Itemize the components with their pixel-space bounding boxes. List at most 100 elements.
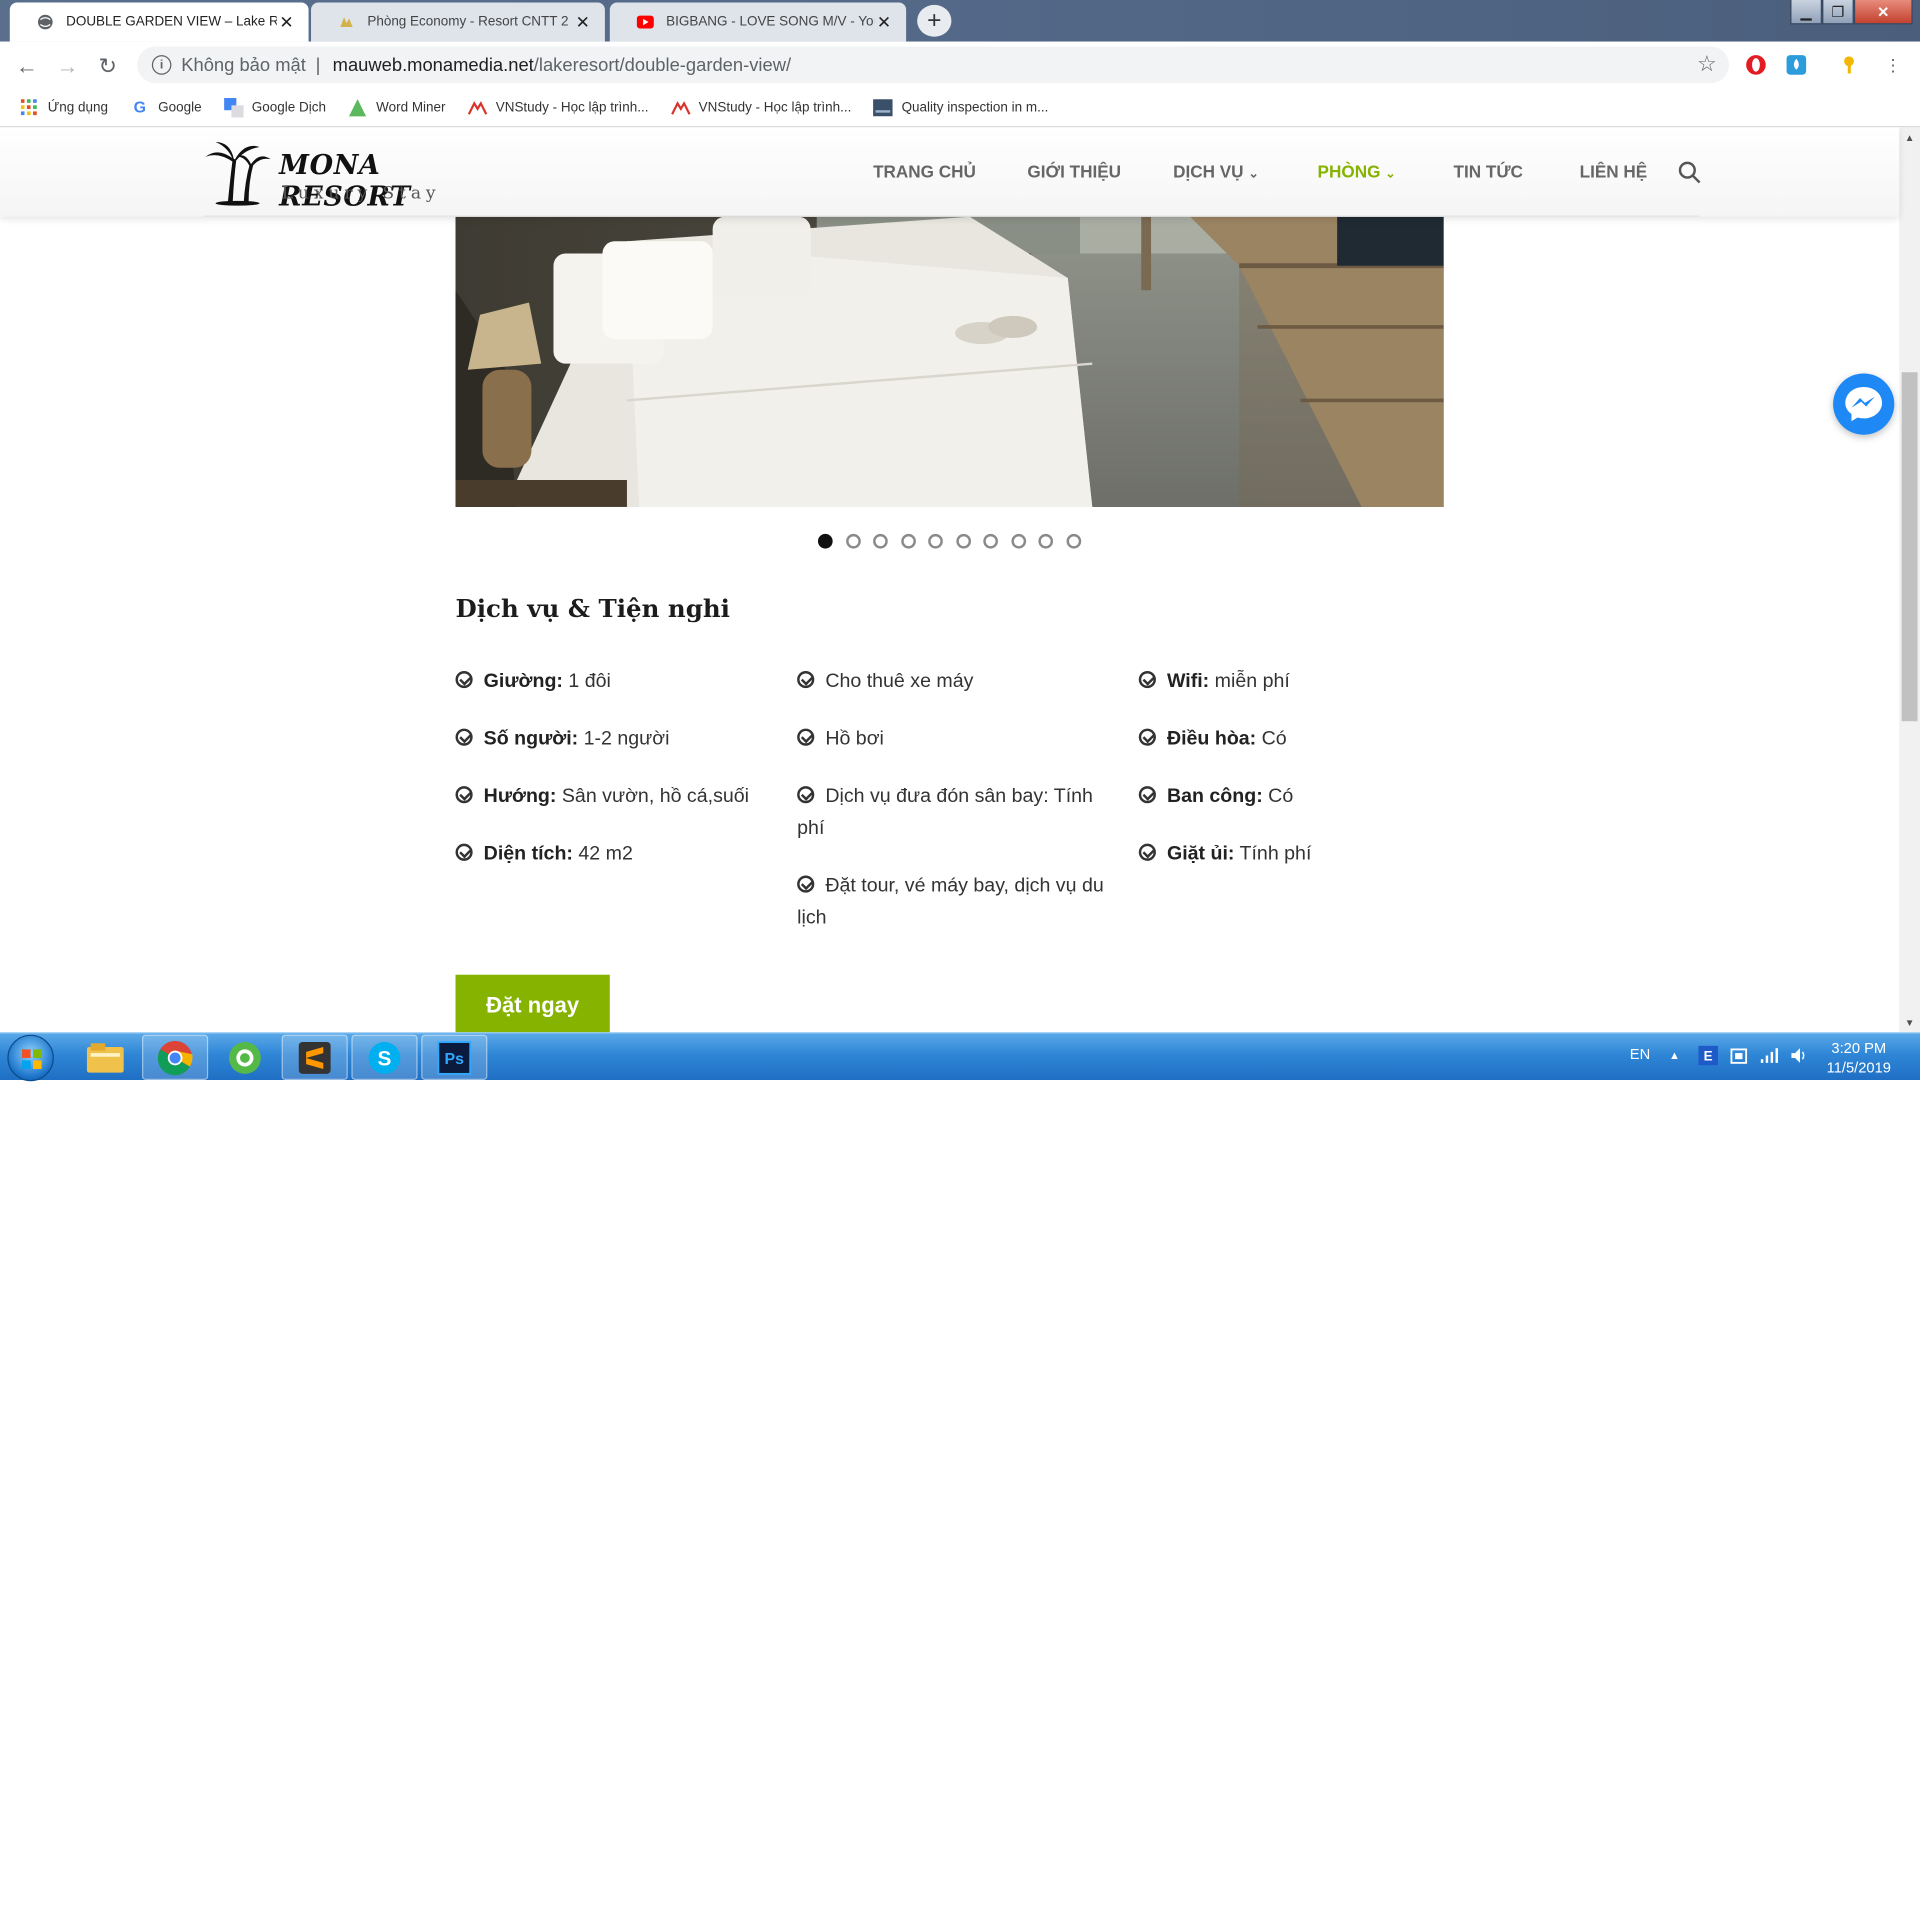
- slider-dots: [817, 533, 1094, 549]
- amenity-value: Có: [1268, 786, 1294, 807]
- site-logo[interactable]: MONA RESORT Luxury Stay: [203, 137, 485, 213]
- taskbar-sublime[interactable]: [281, 1034, 348, 1081]
- reload-icon[interactable]: ↻: [93, 51, 122, 80]
- vnstudy-icon: [670, 97, 690, 117]
- tab-phong-economy[interactable]: Phòng Economy - Resort CNTT 2 ✕: [311, 2, 605, 42]
- bookmark-google[interactable]: G Google: [130, 97, 202, 117]
- tab-close-icon[interactable]: ✕: [277, 12, 297, 33]
- page-scrollbar[interactable]: ▲ ▼: [1899, 127, 1920, 1033]
- amenity-value: 1-2 người: [583, 728, 670, 750]
- tab-double-garden-view[interactable]: DOUBLE GARDEN VIEW – Lake Resort ✕: [9, 2, 309, 42]
- nav-phong[interactable]: PHÒNG ⌄: [1318, 162, 1396, 182]
- network-device-icon[interactable]: [1729, 1046, 1749, 1069]
- bookmark-google-dich[interactable]: Google Dịch: [223, 97, 326, 117]
- nav-gioi-thieu[interactable]: GIỚI THIỆU: [1027, 162, 1121, 182]
- slider-dot-9[interactable]: [1038, 533, 1054, 549]
- url-path[interactable]: /lakeresort/double-garden-view/: [534, 54, 791, 75]
- taskbar-coccoc[interactable]: [212, 1035, 278, 1080]
- nav-lien-he[interactable]: LIÊN HỆ: [1580, 162, 1648, 182]
- slider-dot-4[interactable]: [900, 533, 916, 549]
- key-extension-icon[interactable]: [1839, 53, 1863, 77]
- taskbar-photoshop[interactable]: Ps: [421, 1034, 488, 1081]
- new-tab-button[interactable]: +: [917, 4, 952, 37]
- clock-time: 3:20 PM: [1831, 1039, 1887, 1057]
- volume-icon[interactable]: [1789, 1046, 1809, 1069]
- check-circle-icon: [797, 786, 815, 804]
- close-window-button[interactable]: ✕: [1853, 0, 1913, 25]
- nav-dich-vu[interactable]: DỊCH VỤ ⌄: [1173, 162, 1259, 182]
- url-host[interactable]: mauweb.monamedia.net: [333, 54, 534, 75]
- google-icon: G: [133, 97, 146, 117]
- amenity-value: miễn phí: [1214, 671, 1290, 692]
- address-bar[interactable]: i Không bảo mật | mauweb.monamedia.net/l…: [137, 46, 1729, 84]
- tab-close-icon[interactable]: ✕: [573, 12, 593, 33]
- amenity-value: Tính phí: [1239, 843, 1312, 865]
- svg-text:S: S: [378, 1047, 392, 1070]
- skype-icon: S: [368, 1041, 401, 1074]
- tray-expand-icon[interactable]: ▲: [1669, 1049, 1680, 1061]
- taskbar-chrome[interactable]: [142, 1034, 209, 1081]
- bookmark-label: Ứng dụng: [47, 99, 108, 115]
- scroll-down-icon[interactable]: ▼: [1899, 1013, 1920, 1033]
- svg-text:E: E: [1704, 1048, 1713, 1063]
- nav-tin-tuc[interactable]: TIN TỨC: [1453, 162, 1522, 182]
- book-now-button[interactable]: Đặt ngay: [455, 974, 610, 1033]
- windows-taskbar: S Ps EN ▲ E 3:20 PM 11/5/2019: [0, 1032, 1920, 1082]
- scroll-up-icon[interactable]: ▲: [1899, 127, 1920, 147]
- bookmark-word-miner[interactable]: Word Miner: [348, 97, 446, 117]
- slider-dot-3[interactable]: [873, 533, 888, 549]
- security-label[interactable]: Không bảo mật: [181, 54, 306, 75]
- tab-close-icon[interactable]: ✕: [874, 12, 894, 33]
- photoshop-icon: Ps: [437, 1040, 472, 1075]
- scrollbar-thumb[interactable]: [1901, 372, 1918, 722]
- maximize-button[interactable]: ❐: [1822, 0, 1854, 25]
- tab-strip: DOUBLE GARDEN VIEW – Lake Resort ✕ Phòng…: [0, 0, 1920, 42]
- slider-dot-2[interactable]: [845, 533, 861, 549]
- signal-icon[interactable]: [1760, 1046, 1780, 1069]
- back-icon[interactable]: ←: [12, 51, 41, 80]
- slider-dot-7[interactable]: [983, 533, 998, 549]
- bookmark-vnstudy-1[interactable]: VNStudy - Học lập trình...: [467, 97, 648, 117]
- amenity-value: Dịch vụ đưa đón sân bay: Tính phí: [797, 786, 1093, 839]
- bookmark-quality-inspection[interactable]: Quality inspection in m...: [873, 97, 1048, 117]
- room-photo[interactable]: [455, 216, 1444, 507]
- clock-date: 11/5/2019: [1826, 1059, 1891, 1077]
- slider-dot-1[interactable]: [817, 533, 833, 549]
- tab-youtube[interactable]: BIGBANG - LOVE SONG M/V - YouTube ✕: [609, 2, 907, 42]
- nav-trang-chu[interactable]: TRANG CHỦ: [873, 162, 976, 182]
- apps-grid-icon: [20, 97, 40, 117]
- taskbar-skype[interactable]: S: [351, 1034, 418, 1081]
- slider-dot-6[interactable]: [955, 533, 971, 549]
- bookmark-apps[interactable]: Ứng dụng: [20, 97, 108, 117]
- tab-title: DOUBLE GARDEN VIEW – Lake Resort: [66, 14, 277, 30]
- palm-tree-icon: [205, 142, 271, 206]
- search-icon[interactable]: [1678, 160, 1702, 184]
- check-circle-icon: [797, 875, 815, 893]
- logo-name: MONA RESORT: [279, 149, 411, 214]
- forward-icon[interactable]: →: [53, 51, 82, 80]
- info-icon[interactable]: i: [151, 55, 172, 75]
- start-button[interactable]: [7, 1034, 54, 1082]
- amenity-label: Diện tích:: [483, 843, 573, 865]
- page-viewport[interactable]: MONA RESORT Luxury Stay TRANG CHỦ GIỚI T…: [0, 127, 1920, 1033]
- bookmark-vnstudy-2[interactable]: VNStudy - Học lập trình...: [670, 97, 851, 117]
- slider-dot-10[interactable]: [1065, 533, 1081, 549]
- system-clock[interactable]: 3:20 PM 11/5/2019: [1810, 1038, 1908, 1077]
- bookmark-star-icon[interactable]: ☆: [1697, 51, 1717, 77]
- sublime-icon: [298, 1041, 331, 1074]
- slider-dot-5[interactable]: [928, 533, 943, 549]
- check-circle-icon: [455, 786, 473, 804]
- slider-dot-8[interactable]: [1010, 533, 1026, 549]
- messenger-chat-button[interactable]: [1833, 373, 1895, 435]
- opera-extension-icon[interactable]: [1744, 53, 1768, 77]
- water-extension-icon[interactable]: [1784, 53, 1808, 77]
- language-indicator[interactable]: EN: [1630, 1046, 1650, 1063]
- unikey-tray-icon[interactable]: E: [1698, 1045, 1718, 1069]
- amenity-label: Giặt ủi:: [1166, 843, 1235, 865]
- amenity-label: Wifi:: [1166, 671, 1210, 692]
- amenity-value: 42 m2: [578, 843, 633, 865]
- minimize-button[interactable]: ▁: [1790, 0, 1823, 25]
- menu-kebab-icon[interactable]: ⋮: [1881, 53, 1905, 77]
- taskbar-explorer[interactable]: [72, 1035, 138, 1080]
- globe-icon: [37, 13, 54, 30]
